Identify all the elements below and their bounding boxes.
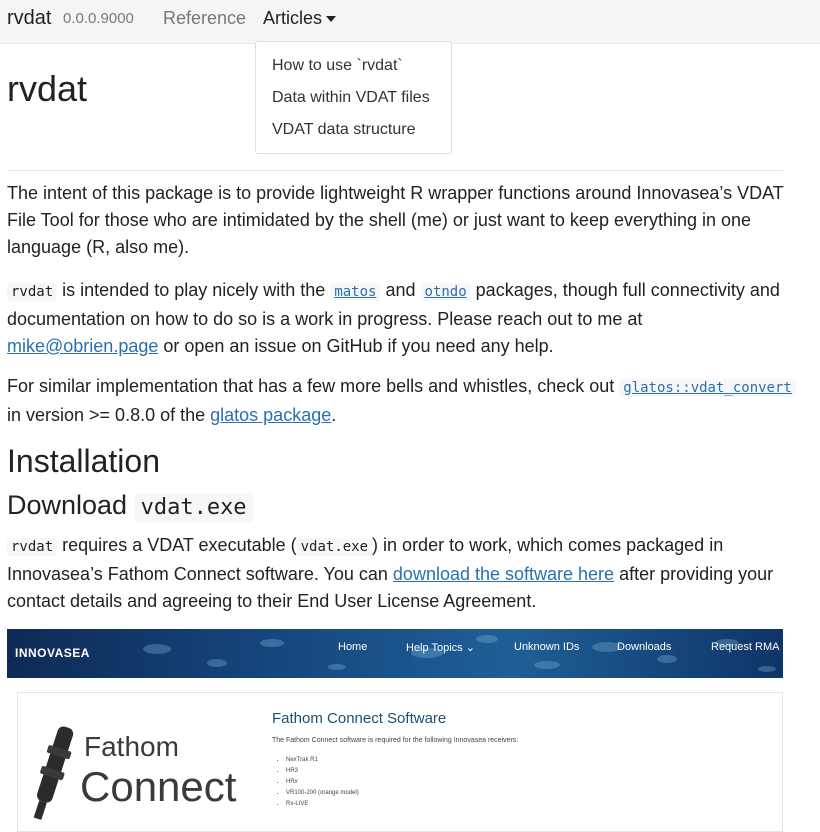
articles-dropdown-menu: How to use `rvdat` Data within VDAT file…: [255, 41, 452, 154]
installation-heading: Installation: [7, 443, 160, 479]
list-item: VR100-200 (orange model): [286, 790, 359, 801]
glatos-function-link[interactable]: glatos::vdat_convert: [619, 376, 796, 397]
compat-paragraph: rvdat is intended to play nicely with th…: [7, 277, 797, 360]
list-item: Rx-LIVE: [286, 801, 359, 812]
banner-nav-help: Help Topics ⌄: [406, 642, 475, 654]
list-item: HRx: [286, 779, 359, 790]
receiver-device-icon: [33, 726, 74, 820]
email-link[interactable]: mike@obrien.page: [7, 336, 158, 356]
download-heading: Download vdat.exe: [7, 490, 253, 522]
list-item: HR3: [286, 768, 359, 779]
download-heading-code: vdat.exe: [134, 493, 253, 522]
title-divider: [7, 170, 783, 171]
code-vdat-exe: vdat.exe: [296, 538, 373, 556]
fathom-word: Fathom: [84, 731, 179, 762]
p2-text-2: and: [380, 280, 421, 300]
banner-nav-unknown: Unknown IDs: [514, 641, 580, 653]
version-label: 0.0.0.9000: [63, 10, 134, 27]
list-item: NexTrak R1: [286, 757, 359, 768]
menu-item-how-to-use[interactable]: How to use `rvdat`: [272, 57, 403, 75]
p3-text-1: For similar implementation that has a fe…: [7, 376, 620, 396]
innovasea-logo: INNOVASEA: [15, 646, 90, 660]
matos-link[interactable]: matos: [330, 280, 381, 301]
connect-word: Connect: [80, 763, 237, 810]
banner-nav-rma: Request RMA: [711, 641, 780, 653]
receiver-list: NexTrak R1 HR3 HRx VR100-200 (orange mod…: [286, 757, 359, 812]
software-description: The Fathom Connect software is required …: [272, 737, 519, 744]
requirements-paragraph: rvdat requires a VDAT executable (vdat.e…: [7, 532, 797, 615]
menu-item-data-within-vdat[interactable]: Data within VDAT files: [272, 89, 430, 107]
matos-code: matos: [330, 283, 381, 301]
similar-paragraph: For similar implementation that has a fe…: [7, 373, 797, 429]
banner-nav-downloads: Downloads: [617, 641, 672, 653]
brand-link[interactable]: rvdat: [7, 7, 51, 30]
navbar: rvdat 0.0.0.9000 Reference Articles: [0, 0, 820, 44]
nav-reference[interactable]: Reference: [163, 8, 246, 29]
otndo-code: otndo: [420, 283, 471, 301]
menu-item-vdat-structure[interactable]: VDAT data structure: [272, 121, 415, 139]
page-title: rvdat: [7, 68, 88, 109]
fathom-connect-card-image: Fathom Connect Fathom Connect Software T…: [17, 692, 783, 832]
nav-articles-toggle[interactable]: Articles: [263, 8, 337, 29]
software-title: Fathom Connect Software: [272, 710, 447, 727]
otndo-link[interactable]: otndo: [420, 280, 471, 301]
caret-down-icon: [326, 16, 337, 23]
download-software-link[interactable]: download the software here: [393, 564, 614, 584]
p2-text-4: or open an issue on GitHub if you need a…: [158, 336, 554, 356]
innovasea-banner-image: INNOVASEA Home Help Topics ⌄ Unknown IDs…: [7, 629, 783, 678]
glatos-function-code: glatos::vdat_convert: [619, 379, 796, 397]
code-rvdat-2: rvdat: [7, 538, 58, 556]
code-rvdat: rvdat: [7, 283, 58, 301]
p2-text-1: is intended to play nicely with the: [57, 280, 331, 300]
p4-text-1: requires a VDAT executable (: [57, 535, 297, 555]
p3-text-3: .: [331, 405, 337, 425]
download-heading-text: Download: [7, 490, 128, 520]
banner-nav-home: Home: [338, 641, 368, 653]
glatos-package-link[interactable]: glatos package: [210, 405, 331, 425]
intro-paragraph: The intent of this package is to provide…: [7, 183, 784, 257]
p3-text-2: in version >= 0.8.0 of the: [7, 405, 211, 425]
fish-pattern: [143, 635, 776, 672]
nav-articles-label: Articles: [263, 8, 323, 28]
